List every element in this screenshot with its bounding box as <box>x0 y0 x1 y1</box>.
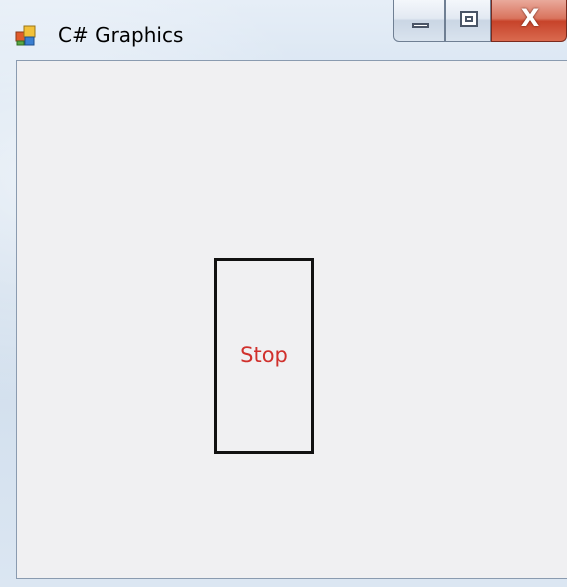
minimize-button[interactable] <box>393 0 445 42</box>
close-button[interactable]: X <box>491 0 567 42</box>
title-bar[interactable]: C# Graphics X <box>0 0 567 62</box>
maximize-button[interactable] <box>445 0 491 42</box>
maximize-icon <box>460 11 478 27</box>
minimize-icon <box>412 23 429 28</box>
drawn-rectangle: Stop <box>214 258 314 454</box>
client-area: Stop <box>16 60 567 579</box>
caption-buttons: X <box>393 0 567 44</box>
rectangle-label: Stop <box>240 343 288 367</box>
close-icon: X <box>520 4 540 32</box>
window-title: C# Graphics <box>58 23 184 47</box>
app-window-icon <box>15 25 36 46</box>
app-window: C# Graphics X Stop <box>0 0 567 587</box>
